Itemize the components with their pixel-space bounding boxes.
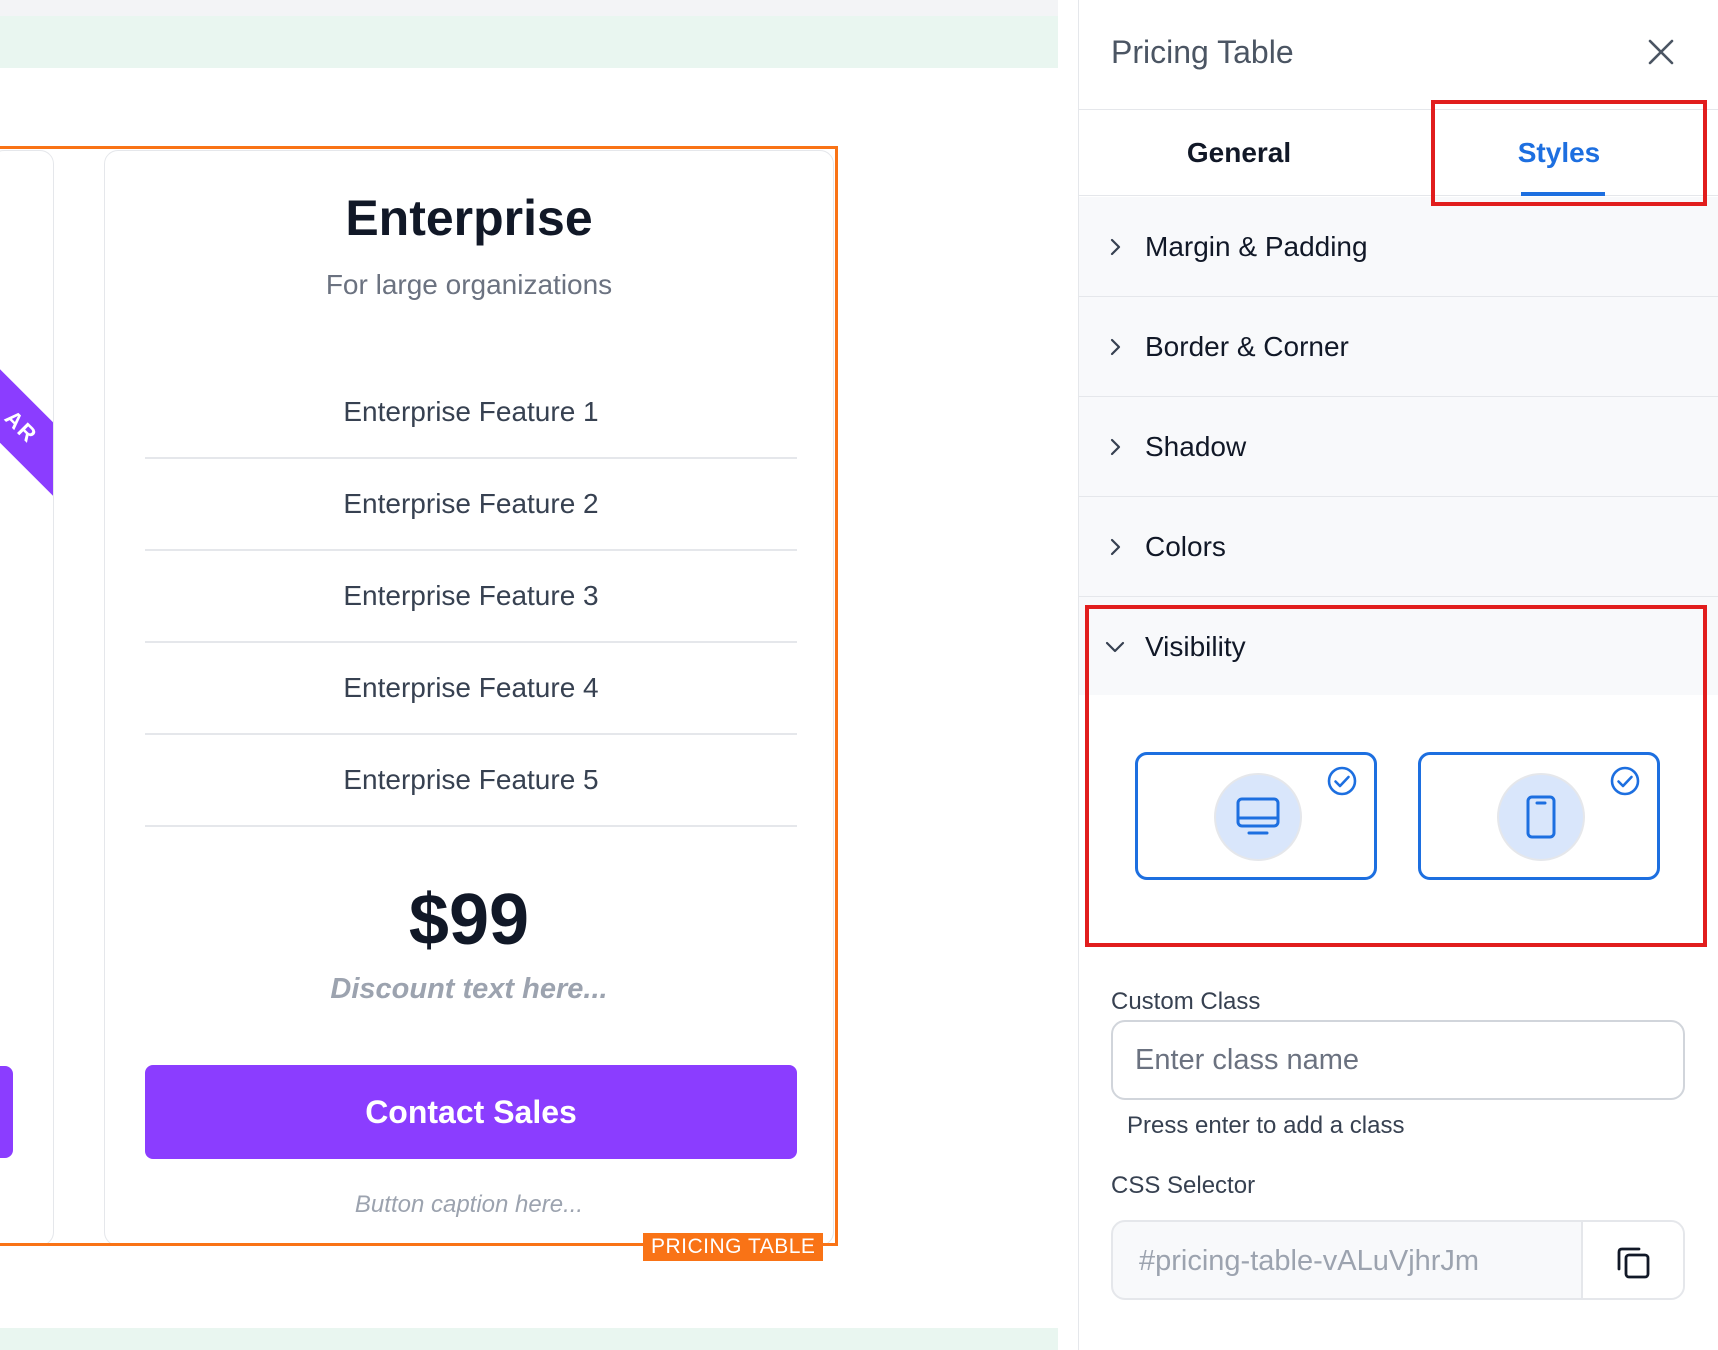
panel-title: Pricing Table <box>1111 34 1294 70</box>
section-shadow[interactable]: Shadow <box>1079 397 1718 497</box>
custom-class-input[interactable] <box>1111 1020 1685 1100</box>
visibility-mobile-toggle[interactable] <box>1418 752 1660 880</box>
chevron-down-icon <box>1099 631 1131 663</box>
copy-icon <box>1617 1247 1650 1279</box>
mobile-icon-wrap <box>1497 773 1585 861</box>
chevron-right-icon <box>1099 331 1131 363</box>
mobile-icon <box>1526 795 1556 839</box>
visibility-desktop-toggle[interactable] <box>1135 752 1377 880</box>
section-border-corner[interactable]: Border & Corner <box>1079 297 1718 397</box>
panel-header: Pricing Table <box>1079 0 1718 110</box>
section-label: Visibility <box>1145 630 1246 662</box>
check-circle-icon <box>1327 766 1357 796</box>
section-margin-padding[interactable]: Margin & Padding <box>1079 197 1718 297</box>
close-button[interactable] <box>1639 30 1683 74</box>
custom-class-label: Custom Class <box>1111 988 1261 1015</box>
close-icon <box>1648 39 1674 65</box>
chevron-right-icon <box>1099 431 1131 463</box>
panel-tabs: General Styles <box>1079 110 1718 196</box>
visibility-options <box>1079 695 1718 955</box>
section-label: Border & Corner <box>1145 330 1349 362</box>
editor-canvas[interactable]: AR Enterprise For large organizations En… <box>0 0 1058 1350</box>
desktop-icon <box>1236 797 1280 835</box>
settings-panel: Pricing Table General Styles Margin & Pa… <box>1078 0 1718 1350</box>
section-colors[interactable]: Colors <box>1079 497 1718 597</box>
chevron-right-icon <box>1099 231 1131 263</box>
tab-general[interactable]: General <box>1079 110 1399 196</box>
tab-styles[interactable]: Styles <box>1399 110 1718 196</box>
css-selector-label: CSS Selector <box>1111 1172 1256 1199</box>
selection-outline <box>0 146 838 1246</box>
section-label: Shadow <box>1145 430 1247 462</box>
section-band-bottom <box>0 1328 1058 1350</box>
copy-selector-button[interactable] <box>1581 1222 1683 1298</box>
section-band-top <box>0 16 1058 68</box>
chevron-right-icon <box>1099 531 1131 563</box>
css-selector-field: #pricing-table-vALuVjhrJm <box>1111 1220 1685 1300</box>
check-circle-icon <box>1610 766 1640 796</box>
section-label: Margin & Padding <box>1145 230 1368 262</box>
css-selector-value: #pricing-table-vALuVjhrJm <box>1139 1245 1480 1277</box>
custom-class-hint: Press enter to add a class <box>1127 1112 1405 1139</box>
selection-tag[interactable]: PRICING TABLE <box>643 1233 824 1261</box>
section-visibility[interactable]: Visibility <box>1079 597 1718 697</box>
section-label: Colors <box>1145 530 1226 562</box>
desktop-icon-wrap <box>1214 773 1302 861</box>
